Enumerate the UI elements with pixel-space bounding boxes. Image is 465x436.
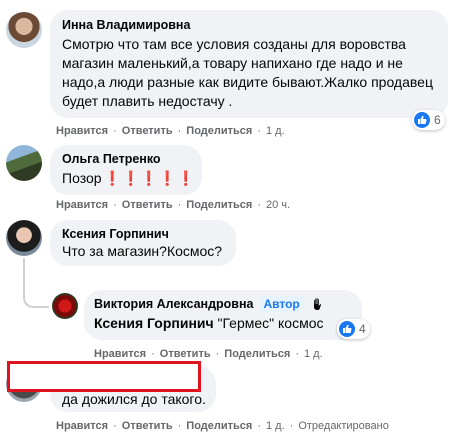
like-link[interactable]: Нравится [56, 420, 108, 432]
avatar-inna[interactable] [6, 12, 42, 48]
exclamation-emoji: ❗❗❗❗❗ [103, 170, 196, 186]
share-link[interactable]: Поделиться [224, 348, 290, 360]
reaction-count[interactable]: 6 [412, 110, 445, 130]
comment-text: Позор [62, 170, 102, 186]
like-link[interactable]: Нравится [56, 199, 108, 211]
timestamp[interactable]: 1 д. [304, 348, 323, 360]
comment-author[interactable]: Ксения Горпинич [62, 227, 224, 241]
comment-bubble-3: Ксения Горпинич Что за магазин?Космос? [50, 220, 236, 266]
avatar-olga[interactable] [6, 145, 42, 181]
like-link[interactable]: Нравится [56, 125, 108, 137]
reaction-number: 4 [359, 322, 366, 336]
comment-actions-1: Нравится · Ответить · Поделиться · 1 д. [56, 125, 285, 137]
comment-text: "Гермес" космос [213, 315, 324, 331]
share-link[interactable]: Поделиться [186, 199, 252, 211]
comment-author[interactable]: Инна Владимировна [62, 18, 436, 32]
comment-actions-2: Нравится · Ответить · Поделиться · 20 ч. [56, 199, 291, 211]
comment-bubble-1: Инна Владимировна Смотрю что там все усл… [50, 10, 448, 118]
reply-link[interactable]: Ответить [122, 199, 173, 211]
comment-text: да дожился до такого. [62, 391, 206, 407]
mention-link[interactable]: Ксения Горпинич [94, 315, 214, 331]
avatar-viktoria[interactable] [52, 293, 78, 319]
reaction-count[interactable]: 4 [337, 319, 370, 339]
comment-author[interactable]: Ольга Петренко [62, 152, 190, 166]
share-link[interactable]: Поделиться [186, 420, 252, 432]
reaction-number: 6 [434, 113, 441, 127]
timestamp[interactable]: 20 ч. [266, 199, 290, 211]
reply-thread-line [23, 258, 49, 308]
redaction-box [7, 361, 201, 392]
comment-actions-4: Нравится · Ответить · Поделиться · 1 д. · Отреда… [56, 420, 389, 432]
timestamp[interactable]: 1 д. [266, 420, 285, 432]
avatar-ksenia[interactable] [6, 220, 42, 256]
reply-link[interactable]: Ответить [122, 420, 173, 432]
author-badge: Автор [259, 296, 304, 312]
share-link[interactable]: Поделиться [186, 125, 252, 137]
comment-text: Смотрю что там все условия созданы для в… [62, 36, 433, 109]
comment-author[interactable]: Виктория Александровна [94, 297, 254, 311]
edited-label: Отредактировано [298, 420, 389, 432]
like-link[interactable]: Нравится [94, 348, 146, 360]
reply-actions: Нравится · Ответить · Поделиться · 1 д. [94, 348, 323, 360]
reply-link[interactable]: Ответить [160, 348, 211, 360]
like-icon [414, 112, 430, 128]
comment-bubble-2: Ольга Петренко Позор ❗❗❗❗❗ [50, 145, 202, 195]
reply-bubble: Виктория Александровна Автор Ксения Горп… [84, 290, 362, 340]
top-fan-hand-icon [310, 296, 326, 312]
comment-text: Что за магазин?Космос? [62, 243, 223, 259]
reply-link[interactable]: Ответить [122, 125, 173, 137]
timestamp[interactable]: 1 д. [266, 125, 285, 137]
like-icon [339, 321, 355, 337]
